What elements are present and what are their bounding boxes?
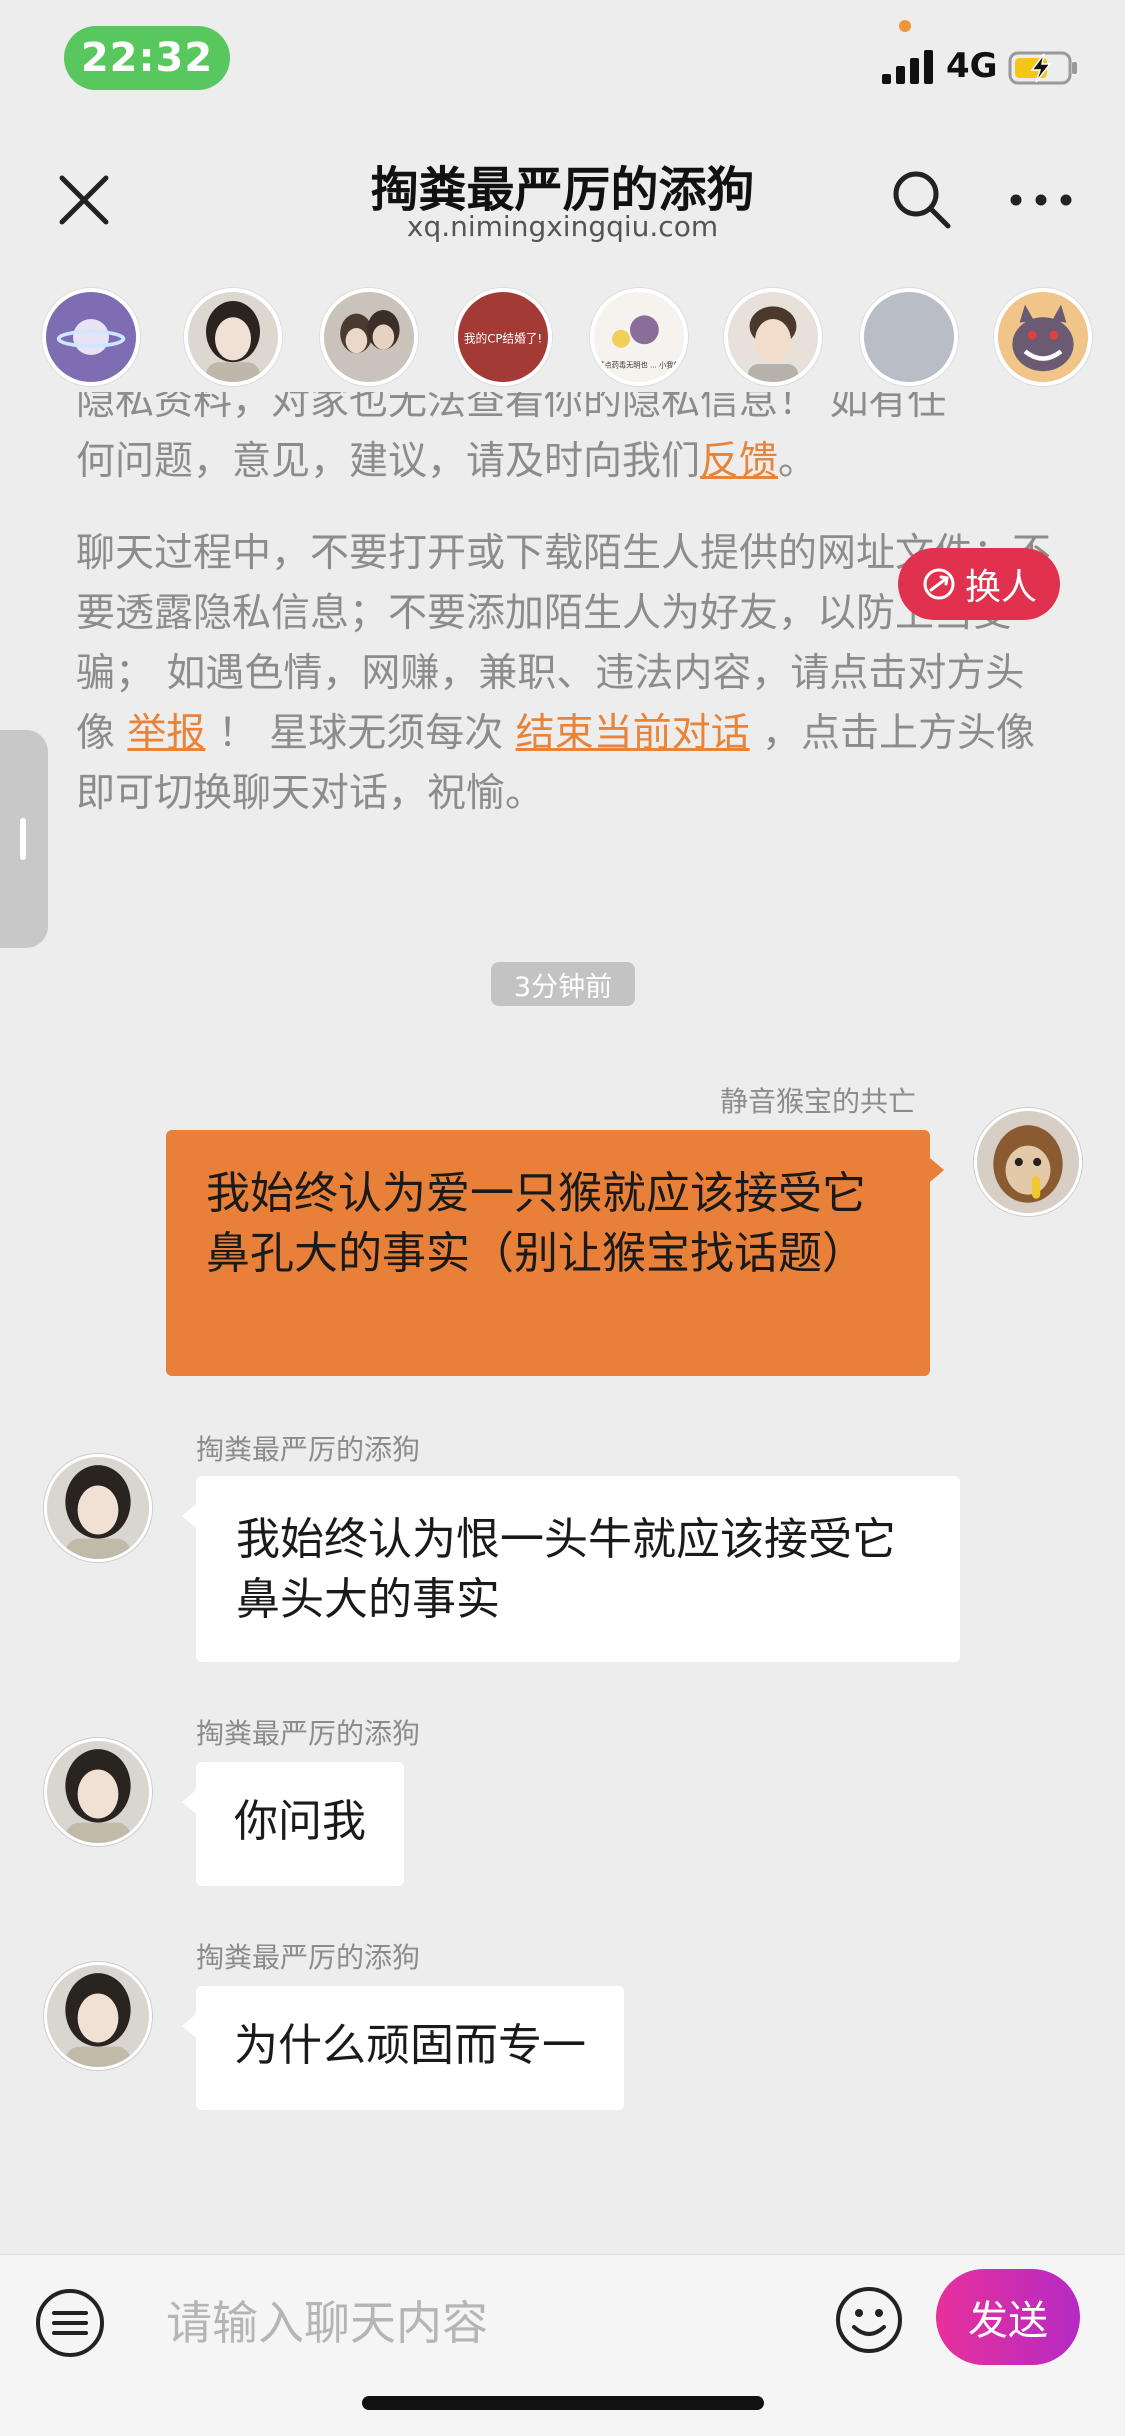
sender-name: 掏粪最严厉的添狗 xyxy=(196,1717,421,1750)
status-time: 22:32 xyxy=(64,26,230,90)
avatar-monkey-sticker[interactable]: 去了点药毒无明也 ... 小我的人 xyxy=(590,288,688,386)
home-indicator xyxy=(362,2396,764,2410)
chat-header: 掏粪最严厉的添狗 xq.nimingxingqiu.com xyxy=(0,130,1125,270)
sender-name: 静音猴宝的共亡 xyxy=(720,1085,917,1118)
conversation-avatar-strip: 我的CP结婚了! 去了点药毒无明也 ... 小我的人 xyxy=(0,288,1125,392)
avatar-couple[interactable] xyxy=(320,288,418,386)
feedback-link[interactable]: 反馈 xyxy=(700,439,778,484)
avatar-girl[interactable] xyxy=(44,1454,152,1562)
avatar-girl[interactable] xyxy=(44,1738,152,1846)
avatar-monkey[interactable] xyxy=(974,1108,1082,1216)
message-bubble-incoming: 你问我 xyxy=(182,1762,404,1886)
sender-name: 掏粪最严厉的添狗 xyxy=(196,1941,421,1974)
page-subtitle: xq.nimingxingqiu.com xyxy=(406,210,719,243)
safety-notice: 隐私资料，对家也无法查看你的隐私信息！ 如有任 何问题，意见，建议，请及时向我们… xyxy=(0,392,1125,872)
avatar-cp-text[interactable]: 我的CP结婚了! xyxy=(454,288,552,386)
battery-charging-icon xyxy=(1008,51,1077,85)
search-icon[interactable] xyxy=(888,166,954,232)
switch-icon xyxy=(923,568,955,600)
status-bar: 22:32 4G xyxy=(0,0,1125,120)
message-bubble-incoming: 为什么顽固而专一 xyxy=(182,1986,624,2110)
send-button[interactable]: 发送 xyxy=(936,2269,1080,2365)
message-timestamp: 3分钟前 xyxy=(491,962,635,1006)
notice-p1-line-a: 隐私资料，对家也无法查看你的隐私信息！ 如有任 xyxy=(76,392,947,424)
avatar-sticker-caption: 去了点药毒无明也 ... 小我的人 xyxy=(594,361,684,370)
avatar-cp-caption: 我的CP结婚了! xyxy=(464,331,542,345)
avatar-boy[interactable] xyxy=(724,288,822,386)
avatar-girl[interactable] xyxy=(184,288,282,386)
end-conversation-link[interactable]: 结束当前对话 xyxy=(516,711,750,756)
chat-input[interactable] xyxy=(166,2283,806,2363)
notice-p2-text-b: ！ 星球无须每次 xyxy=(205,711,516,756)
more-icon[interactable] xyxy=(1006,180,1076,220)
avatar-blank[interactable] xyxy=(860,288,958,386)
report-link[interactable]: 举报 xyxy=(127,711,205,756)
avatar-gengar[interactable] xyxy=(994,288,1092,386)
signal-icon xyxy=(882,50,933,84)
sender-name: 掏粪最严厉的添狗 xyxy=(196,1433,421,1466)
notice-p1-line-b: 何问题，意见，建议，请及时向我们 xyxy=(76,439,701,484)
menu-icon[interactable] xyxy=(34,2287,106,2359)
switch-person-label: 换人 xyxy=(964,567,1037,608)
avatar-girl[interactable] xyxy=(44,1962,152,2070)
switch-person-button[interactable]: 换人 xyxy=(898,548,1060,620)
message-bubble-incoming: 我始终认为恨一头牛就应该接受它鼻头大的事实 xyxy=(182,1476,960,1662)
network-type: 4G xyxy=(946,46,998,86)
side-drawer-handle[interactable] xyxy=(0,730,48,948)
privacy-indicator-dot xyxy=(899,20,911,32)
notice-paragraph-1: 隐私资料，对家也无法查看你的隐私信息！ 如有任 何问题，意见，建议，请及时向我们… xyxy=(76,392,1056,492)
emoji-icon[interactable] xyxy=(834,2285,904,2355)
avatar-planet[interactable] xyxy=(42,288,140,386)
message-bubble-outgoing: 我始终认为爱一只猴就应该接受它鼻孔大的事实（别让猴宝找话题） xyxy=(166,1130,944,1376)
notice-p1-end: 。 xyxy=(778,439,818,484)
